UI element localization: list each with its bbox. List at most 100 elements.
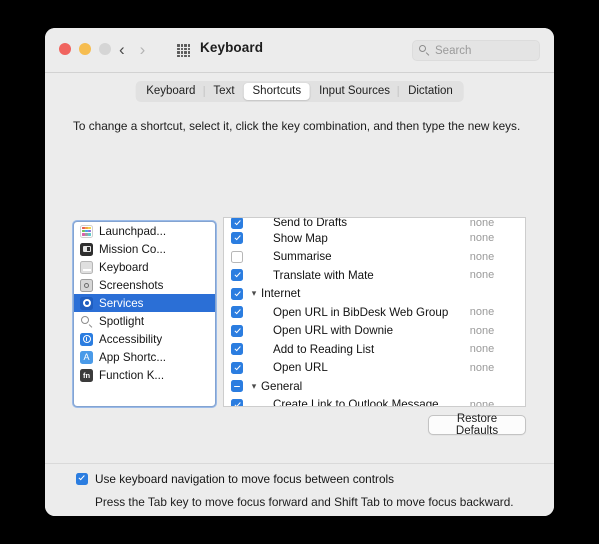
shortcuts-table[interactable]: Send to Drafts none Show Map none Summar…: [223, 217, 526, 407]
table-row[interactable]: Translate with Mate none: [224, 266, 525, 285]
function-keys-icon: fn: [80, 368, 93, 382]
row-label: Send to Drafts: [273, 217, 348, 229]
sidebar-item-function-keys[interactable]: fn Function K...: [74, 366, 215, 384]
tab-input-sources[interactable]: Input Sources: [310, 83, 399, 100]
row-shortcut[interactable]: none: [439, 269, 525, 281]
launchpad-icon: [80, 224, 93, 238]
spotlight-icon: [80, 315, 93, 328]
tab-separator: [203, 86, 205, 97]
sidebar-item-spotlight[interactable]: Spotlight: [74, 312, 215, 330]
restore-defaults-button[interactable]: Restore Defaults: [428, 413, 526, 437]
accessibility-icon: [80, 332, 93, 346]
row-label: Create Link to Outlook Message: [273, 398, 439, 407]
row-checkbox[interactable]: [231, 232, 243, 245]
row-checkbox[interactable]: [231, 269, 243, 282]
checkbox-label: Use keyboard navigation to move focus be…: [95, 472, 395, 486]
app-shortcuts-icon: A: [80, 350, 93, 364]
keyboard-preferences-window: ‹ › Keyboard Search Keyboard Text Shortc…: [45, 28, 554, 516]
row-label: Open URL: [273, 361, 328, 375]
tab-shortcuts[interactable]: Shortcuts: [243, 83, 311, 100]
sidebar-item-launchpad[interactable]: Launchpad...: [74, 222, 215, 240]
grid-view-icon[interactable]: [177, 44, 190, 57]
row-label: Translate with Mate: [273, 268, 374, 282]
table-row[interactable]: Open URL in BibDesk Web Group none: [224, 303, 525, 322]
tabbar-container: Keyboard Text Shortcuts Input Sources Di…: [45, 73, 554, 107]
row-checkbox[interactable]: [231, 361, 243, 374]
sidebar-item-services[interactable]: Services: [74, 294, 215, 312]
table-group-row-internet[interactable]: ▾ Internet: [224, 285, 525, 304]
mission-control-icon: [80, 242, 93, 256]
chevron-down-icon[interactable]: ▾: [249, 381, 259, 391]
tab-separator: [398, 86, 400, 97]
search-field[interactable]: Search: [412, 40, 540, 61]
row-shortcut[interactable]: none: [439, 325, 525, 337]
row-checkbox[interactable]: [231, 398, 243, 406]
table-row[interactable]: Show Map none: [224, 229, 525, 248]
table-row[interactable]: Add to Reading List none: [224, 340, 525, 359]
navigation-arrows: ‹ ›: [119, 40, 145, 60]
sidebar-item-label: Launchpad...: [99, 224, 167, 238]
close-button[interactable]: [59, 43, 71, 55]
row-checkbox[interactable]: [231, 218, 243, 229]
tab-text-label: Text: [213, 85, 235, 97]
table-row[interactable]: Create Link to Outlook Message none: [224, 396, 525, 407]
tab-text[interactable]: Text: [203, 83, 243, 100]
row-label: Add to Reading List: [273, 342, 375, 356]
screenshots-icon: [80, 278, 93, 292]
keyboard-navigation-note: Press the Tab key to move focus forward …: [95, 495, 514, 509]
search-placeholder: Search: [435, 44, 472, 57]
sidebar-item-label: Screenshots: [99, 278, 164, 292]
row-checkbox[interactable]: [231, 250, 243, 263]
table-row[interactable]: Summarise none: [224, 248, 525, 267]
section-divider: [45, 463, 554, 464]
row-shortcut[interactable]: none: [439, 232, 525, 244]
row-shortcut[interactable]: none: [439, 343, 525, 355]
row-shortcut[interactable]: none: [439, 399, 525, 406]
row-label: Open URL with Downie: [273, 324, 394, 338]
search-icon: [419, 45, 430, 56]
instruction-text: To change a shortcut, select it, click t…: [73, 119, 521, 133]
row-shortcut[interactable]: none: [439, 362, 525, 374]
chevron-right-icon[interactable]: ›: [140, 40, 146, 60]
zoom-button[interactable]: [99, 43, 111, 55]
sidebar-item-label: Spotlight: [99, 314, 145, 328]
table-row[interactable]: Open URL none: [224, 359, 525, 378]
row-checkbox[interactable]: [231, 324, 243, 337]
chevron-left-icon[interactable]: ‹: [119, 40, 125, 60]
sidebar-item-label: Function K...: [99, 368, 165, 382]
row-shortcut[interactable]: none: [439, 306, 525, 318]
shortcut-category-list[interactable]: Launchpad... Mission Co... Keyboard Scre…: [72, 220, 217, 408]
row-checkbox[interactable]: [231, 287, 243, 300]
sidebar-item-label: Accessibility: [99, 332, 163, 346]
row-checkbox[interactable]: [231, 380, 243, 393]
sidebar-item-accessibility[interactable]: Accessibility: [74, 330, 215, 348]
row-checkbox[interactable]: [231, 306, 243, 319]
minimize-button[interactable]: [79, 43, 91, 55]
tab-dictation[interactable]: Dictation: [398, 83, 462, 100]
tab-keyboard[interactable]: Keyboard: [137, 83, 204, 100]
sidebar-item-label: Services: [99, 296, 144, 310]
tab-input-sources-label: Input Sources: [319, 85, 391, 97]
content-area: To change a shortcut, select it, click t…: [45, 107, 554, 516]
tab-dictation-label: Dictation: [408, 85, 453, 97]
row-shortcut[interactable]: none: [439, 218, 525, 229]
row-label: Show Map: [273, 231, 328, 245]
row-shortcut[interactable]: none: [439, 251, 525, 263]
sidebar-item-mission-control[interactable]: Mission Co...: [74, 240, 215, 258]
checkbox[interactable]: [76, 473, 88, 485]
keyboard-icon: [80, 260, 93, 274]
chevron-down-icon[interactable]: ▾: [249, 289, 259, 298]
table-row[interactable]: Send to Drafts none: [224, 218, 525, 229]
table-row[interactable]: Open URL with Downie none: [224, 322, 525, 341]
sidebar-item-label: Mission Co...: [99, 242, 167, 256]
tabbar: Keyboard Text Shortcuts Input Sources Di…: [135, 81, 464, 102]
sidebar-item-app-shortcuts[interactable]: A App Shortc...: [74, 348, 215, 366]
group-label: General: [261, 379, 303, 393]
keyboard-navigation-checkbox[interactable]: Use keyboard navigation to move focus be…: [76, 472, 394, 486]
sidebar-item-label: Keyboard: [99, 260, 149, 274]
table-group-row-general[interactable]: ▾ General: [224, 377, 525, 396]
page-title: Keyboard: [200, 40, 264, 55]
sidebar-item-screenshots[interactable]: Screenshots: [74, 276, 215, 294]
sidebar-item-keyboard[interactable]: Keyboard: [74, 258, 215, 276]
row-checkbox[interactable]: [231, 343, 243, 356]
